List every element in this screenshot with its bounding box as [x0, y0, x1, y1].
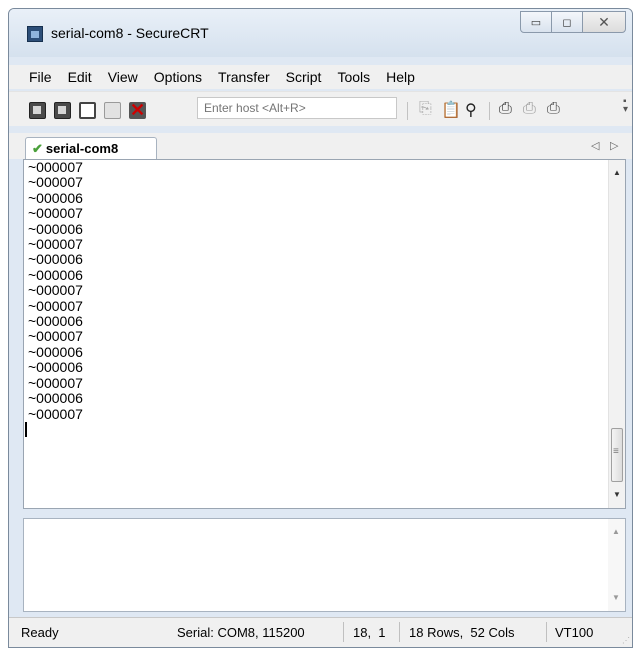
toolbar-separator	[407, 102, 408, 120]
status-connection: Serial: COM8, 115200	[177, 625, 305, 640]
securecrt-window: serial-com8 - SecureCRT ▭ ◻ ✕ File Edit …	[8, 8, 633, 648]
terminal-lines: ~000007 ~000007 ~000006 ~000007 ~000006 …	[24, 159, 83, 422]
host-input[interactable]	[197, 97, 397, 119]
scroll-down-icon[interactable]: ▼	[608, 589, 624, 607]
toolbar: ✕ ⎘ 📋 ⚲ ⎙ ⎙ ⎙ ▪▾	[9, 91, 632, 126]
terminal-line: ~000006	[28, 390, 83, 407]
terminal-line: ~000007	[28, 374, 83, 391]
terminal-line: ~000006	[28, 266, 83, 283]
menu-bar: File Edit View Options Transfer Script T…	[9, 65, 632, 89]
terminal-line: ~000007	[28, 159, 83, 175]
status-cursor-position: 18, 1	[353, 625, 386, 640]
connect-icon[interactable]	[29, 102, 46, 119]
close-icon: ✕	[598, 13, 610, 30]
terminal-line: ~000007	[28, 236, 83, 253]
print-screen-icon[interactable]: ⎙	[499, 100, 512, 118]
terminal-line: ~000007	[28, 405, 83, 422]
window-controls: ▭ ◻ ✕	[520, 11, 626, 33]
scroll-up-icon[interactable]: ▲	[609, 164, 625, 182]
menu-script[interactable]: Script	[286, 69, 322, 85]
menu-options[interactable]: Options	[154, 69, 202, 85]
terminal-line: ~000007	[28, 297, 83, 314]
scroll-up-icon[interactable]: ▲	[608, 523, 624, 541]
menu-transfer[interactable]: Transfer	[218, 69, 270, 85]
window-title: serial-com8 - SecureCRT	[51, 25, 209, 41]
status-emulation: VT100	[555, 625, 594, 640]
maximize-icon: ◻	[562, 16, 572, 29]
status-size: 18 Rows, 52 Cols	[409, 625, 515, 640]
toolbar-separator-2	[489, 102, 490, 120]
menu-tools[interactable]: Tools	[337, 69, 370, 85]
terminal-line: ~000006	[28, 220, 83, 237]
tab-serial-com8[interactable]: ✔ serial-com8	[25, 137, 157, 159]
command-window-scrollbar[interactable]: ▲ ▼	[608, 519, 625, 611]
status-bar: Ready Serial: COM8, 115200 18, 1 18 Rows…	[9, 617, 632, 647]
paste-icon[interactable]: 📋	[441, 100, 461, 120]
terminal-scrollbar[interactable]: ▲ ▼	[608, 160, 625, 508]
tab-scroll-left-icon[interactable]: ◁	[591, 139, 599, 152]
terminal-line: ~000006	[28, 189, 83, 206]
find-icon[interactable]: ⚲	[465, 100, 477, 120]
resize-grip-icon[interactable]: ⋰	[622, 636, 630, 645]
toolbar-overflow-icon[interactable]: ▪ ▾	[623, 97, 628, 115]
terminal-line: ~000007	[28, 282, 83, 299]
status-separator	[343, 622, 344, 642]
minimize-icon: ▭	[530, 16, 542, 29]
status-separator	[546, 622, 547, 642]
terminal-line: ~000006	[28, 251, 83, 268]
terminal-line: ~000007	[28, 174, 83, 191]
print-icon[interactable]: ⎙	[547, 100, 560, 118]
maximize-button[interactable]: ◻	[551, 11, 583, 33]
terminal-line: ~000006	[28, 343, 83, 360]
command-window[interactable]: ▲ ▼	[23, 518, 626, 612]
title-bar[interactable]: serial-com8 - SecureCRT ▭ ◻ ✕	[9, 9, 632, 57]
securecrt-app-icon[interactable]	[27, 26, 43, 42]
tab-scroll-right-icon[interactable]: ▷	[610, 139, 618, 152]
reconnect-icon[interactable]	[104, 102, 121, 119]
close-button[interactable]: ✕	[582, 11, 626, 33]
copy-icon[interactable]: ⎘	[419, 100, 432, 118]
connect-tab-icon[interactable]	[79, 102, 96, 119]
terminal-line: ~000007	[28, 328, 83, 345]
terminal-line: ~000006	[28, 359, 83, 376]
scroll-down-icon[interactable]: ▼	[609, 486, 625, 504]
menu-file[interactable]: File	[29, 69, 52, 85]
scroll-thumb[interactable]	[611, 428, 623, 482]
menu-help[interactable]: Help	[386, 69, 415, 85]
session-tab-bar: ✔ serial-com8 ◁ ▷	[9, 133, 632, 159]
disconnect-icon[interactable]: ✕	[129, 101, 146, 119]
terminal-line: ~000007	[28, 205, 83, 222]
minimize-button[interactable]: ▭	[520, 11, 552, 33]
quick-connect-icon[interactable]	[54, 102, 71, 119]
status-state: Ready	[21, 625, 59, 640]
terminal-output[interactable]: ~000007 ~000007 ~000006 ~000007 ~000006 …	[23, 159, 626, 509]
connected-check-icon: ✔	[32, 140, 43, 156]
terminal-cursor	[25, 422, 27, 437]
menu-view[interactable]: View	[108, 69, 138, 85]
print-selection-icon[interactable]: ⎙	[523, 100, 536, 118]
status-separator	[399, 622, 400, 642]
tab-label: serial-com8	[45, 141, 119, 156]
menu-edit[interactable]: Edit	[68, 69, 92, 85]
terminal-line: ~000006	[28, 313, 83, 330]
